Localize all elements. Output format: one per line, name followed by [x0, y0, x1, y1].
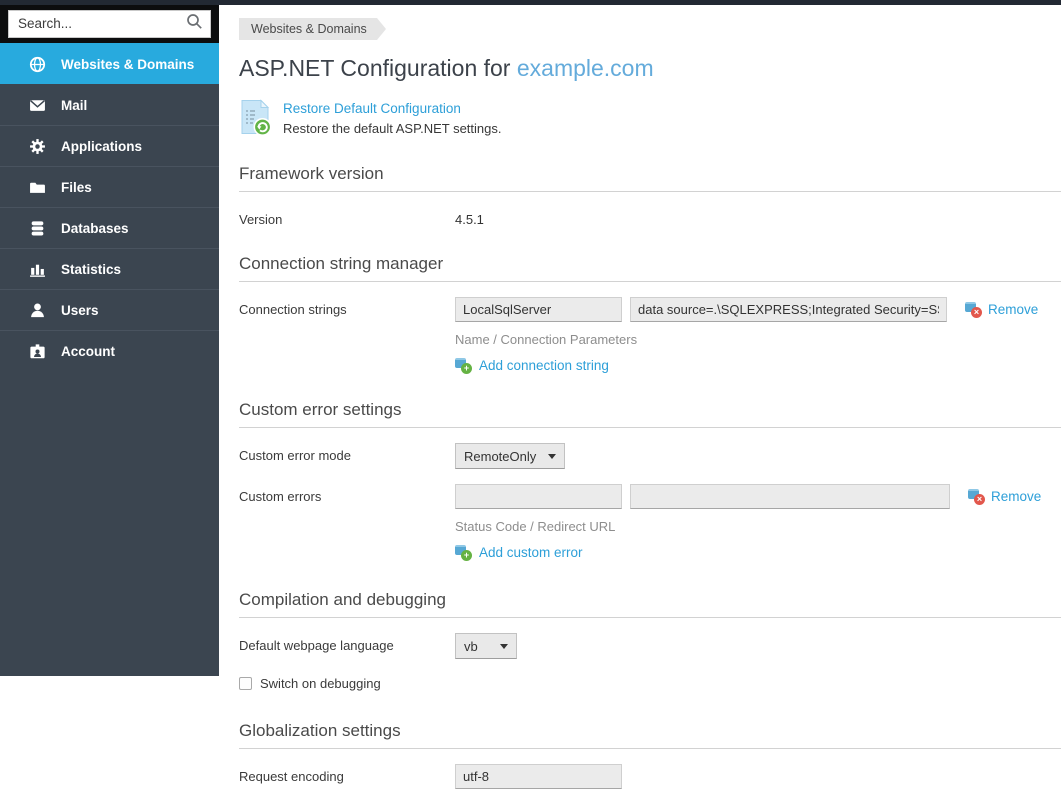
- sidebar: Websites & Domains Mail Applications Fil…: [0, 0, 219, 676]
- custom-error-status-code-input[interactable]: [455, 484, 622, 509]
- user-icon: [29, 302, 46, 319]
- sidebar-item-label: Statistics: [61, 262, 121, 277]
- section-divider: [239, 617, 1061, 618]
- sidebar-item-websites-domains[interactable]: Websites & Domains: [0, 43, 219, 84]
- section-globalization-settings: Globalization settings: [239, 721, 1061, 741]
- add-icon: +: [455, 358, 472, 373]
- sidebar-item-applications[interactable]: Applications: [0, 125, 219, 166]
- connection-strings-caption: Name / Connection Parameters: [455, 332, 1061, 347]
- envelope-icon: [29, 97, 46, 114]
- page-title: ASP.NET Configuration for example.com: [239, 55, 1061, 82]
- connection-strings-label: Connection strings: [239, 297, 455, 317]
- bar-chart-icon: [29, 261, 46, 278]
- sidebar-item-label: Websites & Domains: [61, 57, 194, 72]
- sidebar-search-area: [0, 0, 219, 43]
- default-webpage-language-select[interactable]: vb: [455, 633, 517, 659]
- request-encoding-label: Request encoding: [239, 764, 455, 784]
- database-icon: [29, 220, 46, 237]
- search-input[interactable]: [8, 10, 211, 38]
- sidebar-item-label: Applications: [61, 139, 142, 154]
- custom-error-mode-value: RemoteOnly: [464, 449, 536, 464]
- search-icon: [186, 13, 203, 30]
- caret-down-icon: [548, 454, 556, 459]
- request-encoding-input[interactable]: [455, 764, 622, 789]
- remove-link-label: Remove: [988, 302, 1038, 317]
- custom-errors-row: Custom errors × Remove: [239, 484, 1061, 509]
- section-divider: [239, 748, 1061, 749]
- custom-error-mode-label: Custom error mode: [239, 443, 455, 463]
- globe-icon: [29, 56, 46, 73]
- add-connection-string-link[interactable]: Add connection string: [479, 358, 609, 373]
- page-title-domain: example.com: [517, 55, 654, 81]
- connection-string-name-input[interactable]: [455, 297, 622, 322]
- sidebar-item-mail[interactable]: Mail: [0, 84, 219, 125]
- version-row: Version 4.5.1: [239, 207, 1061, 227]
- section-custom-error-settings: Custom error settings: [239, 400, 1061, 420]
- version-value: 4.5.1: [455, 207, 484, 227]
- custom-error-redirect-url-input[interactable]: [630, 484, 950, 509]
- add-custom-error-row: + Add custom error: [455, 545, 1061, 560]
- sidebar-item-label: Users: [61, 303, 99, 318]
- section-divider: [239, 191, 1061, 192]
- sidebar-item-files[interactable]: Files: [0, 166, 219, 207]
- restore-tool-texts: Restore Default Configuration Restore th…: [283, 99, 501, 137]
- add-custom-error-link[interactable]: Add custom error: [479, 545, 583, 560]
- remove-icon: ×: [965, 302, 982, 317]
- section-connection-string-manager: Connection string manager: [239, 254, 1061, 274]
- sidebar-item-account[interactable]: Account: [0, 330, 219, 371]
- section-compilation-debugging: Compilation and debugging: [239, 590, 1061, 610]
- sidebar-item-label: Files: [61, 180, 92, 195]
- sidebar-item-statistics[interactable]: Statistics: [0, 248, 219, 289]
- restore-config-icon: [239, 99, 273, 137]
- folder-icon: [29, 179, 46, 196]
- switch-on-debugging-checkbox[interactable]: [239, 677, 252, 690]
- id-badge-icon: [29, 343, 46, 360]
- add-icon: +: [455, 545, 472, 560]
- sidebar-item-label: Account: [61, 344, 115, 359]
- gear-icon: [29, 138, 46, 155]
- custom-error-mode-select[interactable]: RemoteOnly: [455, 443, 565, 469]
- connection-string-params-input[interactable]: [630, 297, 947, 322]
- switch-on-debugging-row: Switch on debugging: [239, 676, 1061, 691]
- sidebar-item-users[interactable]: Users: [0, 289, 219, 330]
- default-webpage-language-row: Default webpage language vb: [239, 633, 1061, 659]
- custom-errors-label: Custom errors: [239, 484, 455, 504]
- remove-custom-error-link[interactable]: × Remove: [968, 484, 1041, 504]
- remove-icon: ×: [968, 489, 985, 504]
- restore-default-tool: Restore Default Configuration Restore th…: [239, 99, 1061, 137]
- sidebar-item-databases[interactable]: Databases: [0, 207, 219, 248]
- main-content: Websites & Domains ASP.NET Configuration…: [219, 5, 1061, 676]
- sidebar-item-label: Databases: [61, 221, 129, 236]
- restore-default-configuration-link[interactable]: Restore Default Configuration: [283, 101, 461, 116]
- default-webpage-language-value: vb: [464, 639, 478, 654]
- switch-on-debugging-label: Switch on debugging: [260, 676, 381, 691]
- restore-tool-description: Restore the default ASP.NET settings.: [283, 121, 501, 136]
- breadcrumb-label: Websites & Domains: [251, 22, 367, 36]
- add-connection-string-row: + Add connection string: [455, 358, 1061, 373]
- remove-connection-string-link[interactable]: × Remove: [965, 297, 1038, 317]
- custom-errors-caption: Status Code / Redirect URL: [455, 519, 1061, 534]
- page-title-prefix: ASP.NET Configuration for: [239, 55, 517, 81]
- version-label: Version: [239, 207, 455, 227]
- connection-strings-row: Connection strings × Remove: [239, 297, 1061, 322]
- section-divider: [239, 281, 1061, 282]
- top-bar: [0, 0, 1061, 5]
- breadcrumb[interactable]: Websites & Domains: [239, 18, 377, 40]
- remove-link-label: Remove: [991, 489, 1041, 504]
- default-webpage-language-label: Default webpage language: [239, 633, 455, 653]
- section-framework-version: Framework version: [239, 164, 1061, 184]
- caret-down-icon: [500, 644, 508, 649]
- section-divider: [239, 427, 1061, 428]
- sidebar-item-label: Mail: [61, 98, 87, 113]
- request-encoding-row: Request encoding: [239, 764, 1061, 789]
- custom-error-mode-row: Custom error mode RemoteOnly: [239, 443, 1061, 469]
